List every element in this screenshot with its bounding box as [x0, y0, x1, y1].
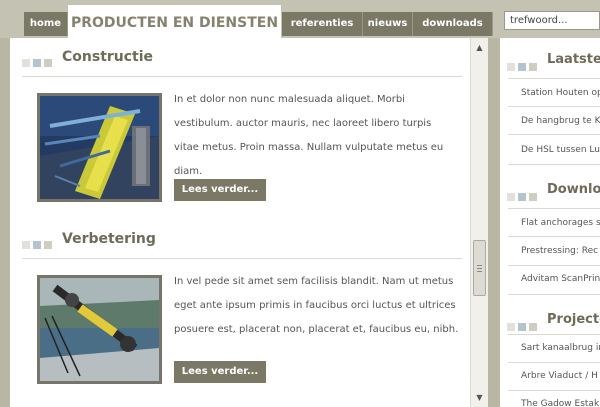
scrollbar-thumb[interactable]: [473, 240, 486, 296]
right-sidebar: Laatste Station Houten op De hangbrug te…: [500, 38, 600, 407]
divider: [508, 208, 600, 209]
sidebar-header-laatste: Laatste: [500, 38, 600, 82]
heading-squares-icon: [507, 186, 540, 205]
sidebar-link[interactable]: Sart kanaalbrug in: [521, 343, 600, 353]
sidebar-link[interactable]: Arbre Viaduct / H: [521, 371, 598, 381]
divider: [508, 78, 600, 79]
section-constructie: Constructie In et dolor non nunc malesua…: [10, 38, 470, 202]
sidebar-title: Projecte: [547, 312, 600, 327]
section-text: In et dolor non nunc malesuada aliquet. …: [174, 94, 444, 177]
scrollbar[interactable]: ▲ ▼: [470, 38, 488, 407]
divider: [508, 294, 600, 295]
divider: [508, 390, 600, 391]
improvement-image[interactable]: [37, 275, 162, 384]
section-title: Verbetering: [62, 231, 156, 247]
sidebar-link[interactable]: Flat anchorages s: [521, 218, 600, 228]
section-header: Constructie: [10, 38, 470, 67]
sidebar-link[interactable]: De HSL tussen Lu: [521, 145, 600, 155]
heading-squares-icon: [507, 56, 540, 75]
divider: [508, 164, 600, 165]
sidebar-link[interactable]: De hangbrug te K: [521, 116, 600, 126]
main-content: Constructie In et dolor non nunc malesua…: [10, 38, 488, 407]
read-more-button[interactable]: Lees verder...: [174, 361, 266, 383]
sidebar-title: Laatste: [547, 52, 600, 67]
read-more-button[interactable]: Lees verder...: [174, 179, 266, 201]
nav-producten-en-diensten[interactable]: PRODUCTEN EN DIENSTEN: [68, 5, 281, 38]
heading-squares-icon: [22, 52, 55, 71]
section-title: Constructie: [62, 49, 154, 65]
sidebar-link[interactable]: Prestressing: Rec: [521, 246, 598, 256]
heading-squares-icon: [22, 234, 55, 253]
sidebar-header-projecten: Projecte: [500, 298, 600, 342]
sidebar-link[interactable]: Advitam ScanPrin: [521, 274, 600, 284]
construction-image[interactable]: [37, 93, 162, 202]
section-verbetering: Verbetering In vel pede sit amet sem fac…: [10, 220, 470, 384]
divider: [508, 236, 600, 237]
divider: [508, 134, 600, 135]
divider: [508, 106, 600, 107]
divider: [22, 76, 462, 77]
divider: [22, 258, 462, 259]
sidebar-link[interactable]: The Gadow Estak: [521, 399, 599, 407]
top-navigation: home PRODUCTEN EN DIENSTEN referenties n…: [0, 0, 600, 38]
section-text: In vel pede sit amet sem facilisis bland…: [174, 276, 459, 335]
divider: [508, 362, 600, 363]
nav-nieuws[interactable]: nieuws: [363, 12, 413, 36]
search-input[interactable]: [504, 11, 600, 30]
scroll-up-arrow-icon[interactable]: ▲: [474, 42, 485, 53]
heading-squares-icon: [507, 316, 540, 335]
nav-downloads[interactable]: downloads: [413, 12, 493, 36]
section-header: Verbetering: [10, 220, 470, 249]
sidebar-title: Downlo: [547, 182, 600, 197]
sidebar-header-downloads: Downlo: [500, 168, 600, 212]
nav-referenties[interactable]: referenties: [282, 12, 363, 36]
scroll-down-arrow-icon[interactable]: ▼: [474, 392, 485, 403]
divider: [508, 265, 600, 266]
divider: [508, 334, 600, 335]
sidebar-link[interactable]: Station Houten op: [521, 88, 600, 98]
nav-home[interactable]: home: [24, 12, 68, 36]
